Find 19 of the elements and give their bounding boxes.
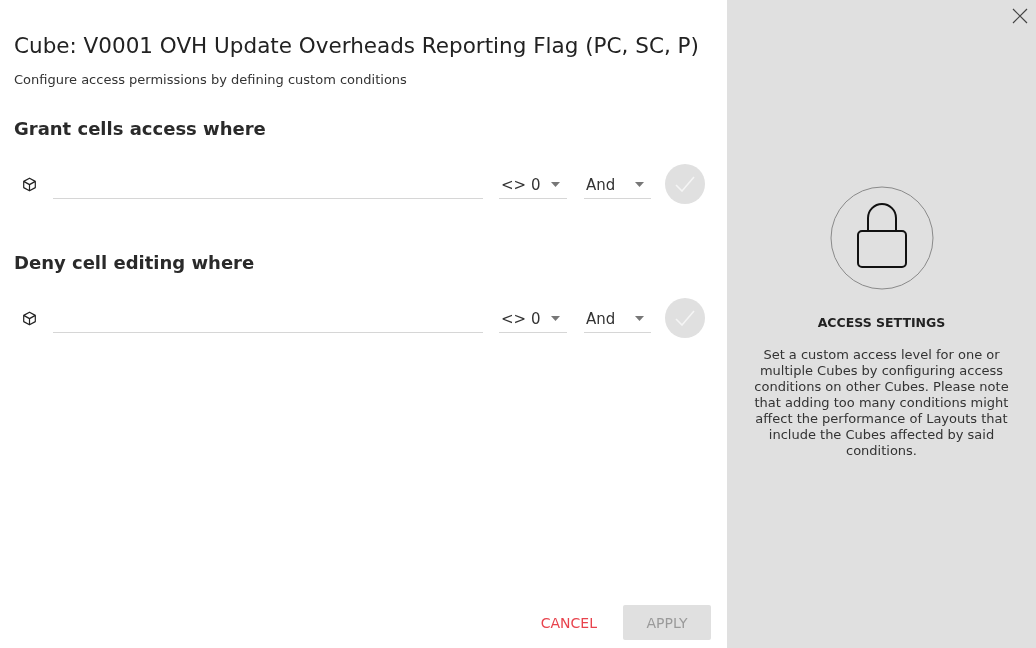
- cancel-button[interactable]: CANCEL: [530, 605, 607, 640]
- dialog-subtitle: Configure access permissions by defining custom conditions: [14, 71, 408, 89]
- panel-heading: ACCESS SETTINGS: [817, 314, 946, 332]
- dialog-title: Cube: V0001 OVH Update Overheads Reporting Flag (PC, SC, P): [14, 32, 700, 60]
- close-icon[interactable]: [1012, 8, 1028, 24]
- cube-icon: [22, 176, 37, 192]
- caret-icon: [551, 316, 560, 321]
- logic-dropdown[interactable]: And: [584, 305, 651, 333]
- caret-icon: [551, 182, 560, 187]
- logic-dropdown[interactable]: And: [584, 171, 651, 199]
- caret-icon: [635, 316, 644, 321]
- operator-dropdown[interactable]: <> 0: [499, 305, 567, 333]
- lock-icon: [829, 186, 934, 290]
- caret-icon: [635, 182, 644, 187]
- cube-icon: [22, 310, 37, 326]
- section-heading: Grant cells access where: [14, 117, 267, 141]
- section-heading: Deny cell editing where: [14, 251, 256, 275]
- operator-dropdown[interactable]: <> 0: [499, 171, 567, 199]
- panel-description: Set a custom access level for one or multiple Cubes by configuring access conditions on other Cubes. Please note that adding too many conditions might affect the performance of Layouts that include the Cubes affected by said conditions.: [753, 347, 1010, 459]
